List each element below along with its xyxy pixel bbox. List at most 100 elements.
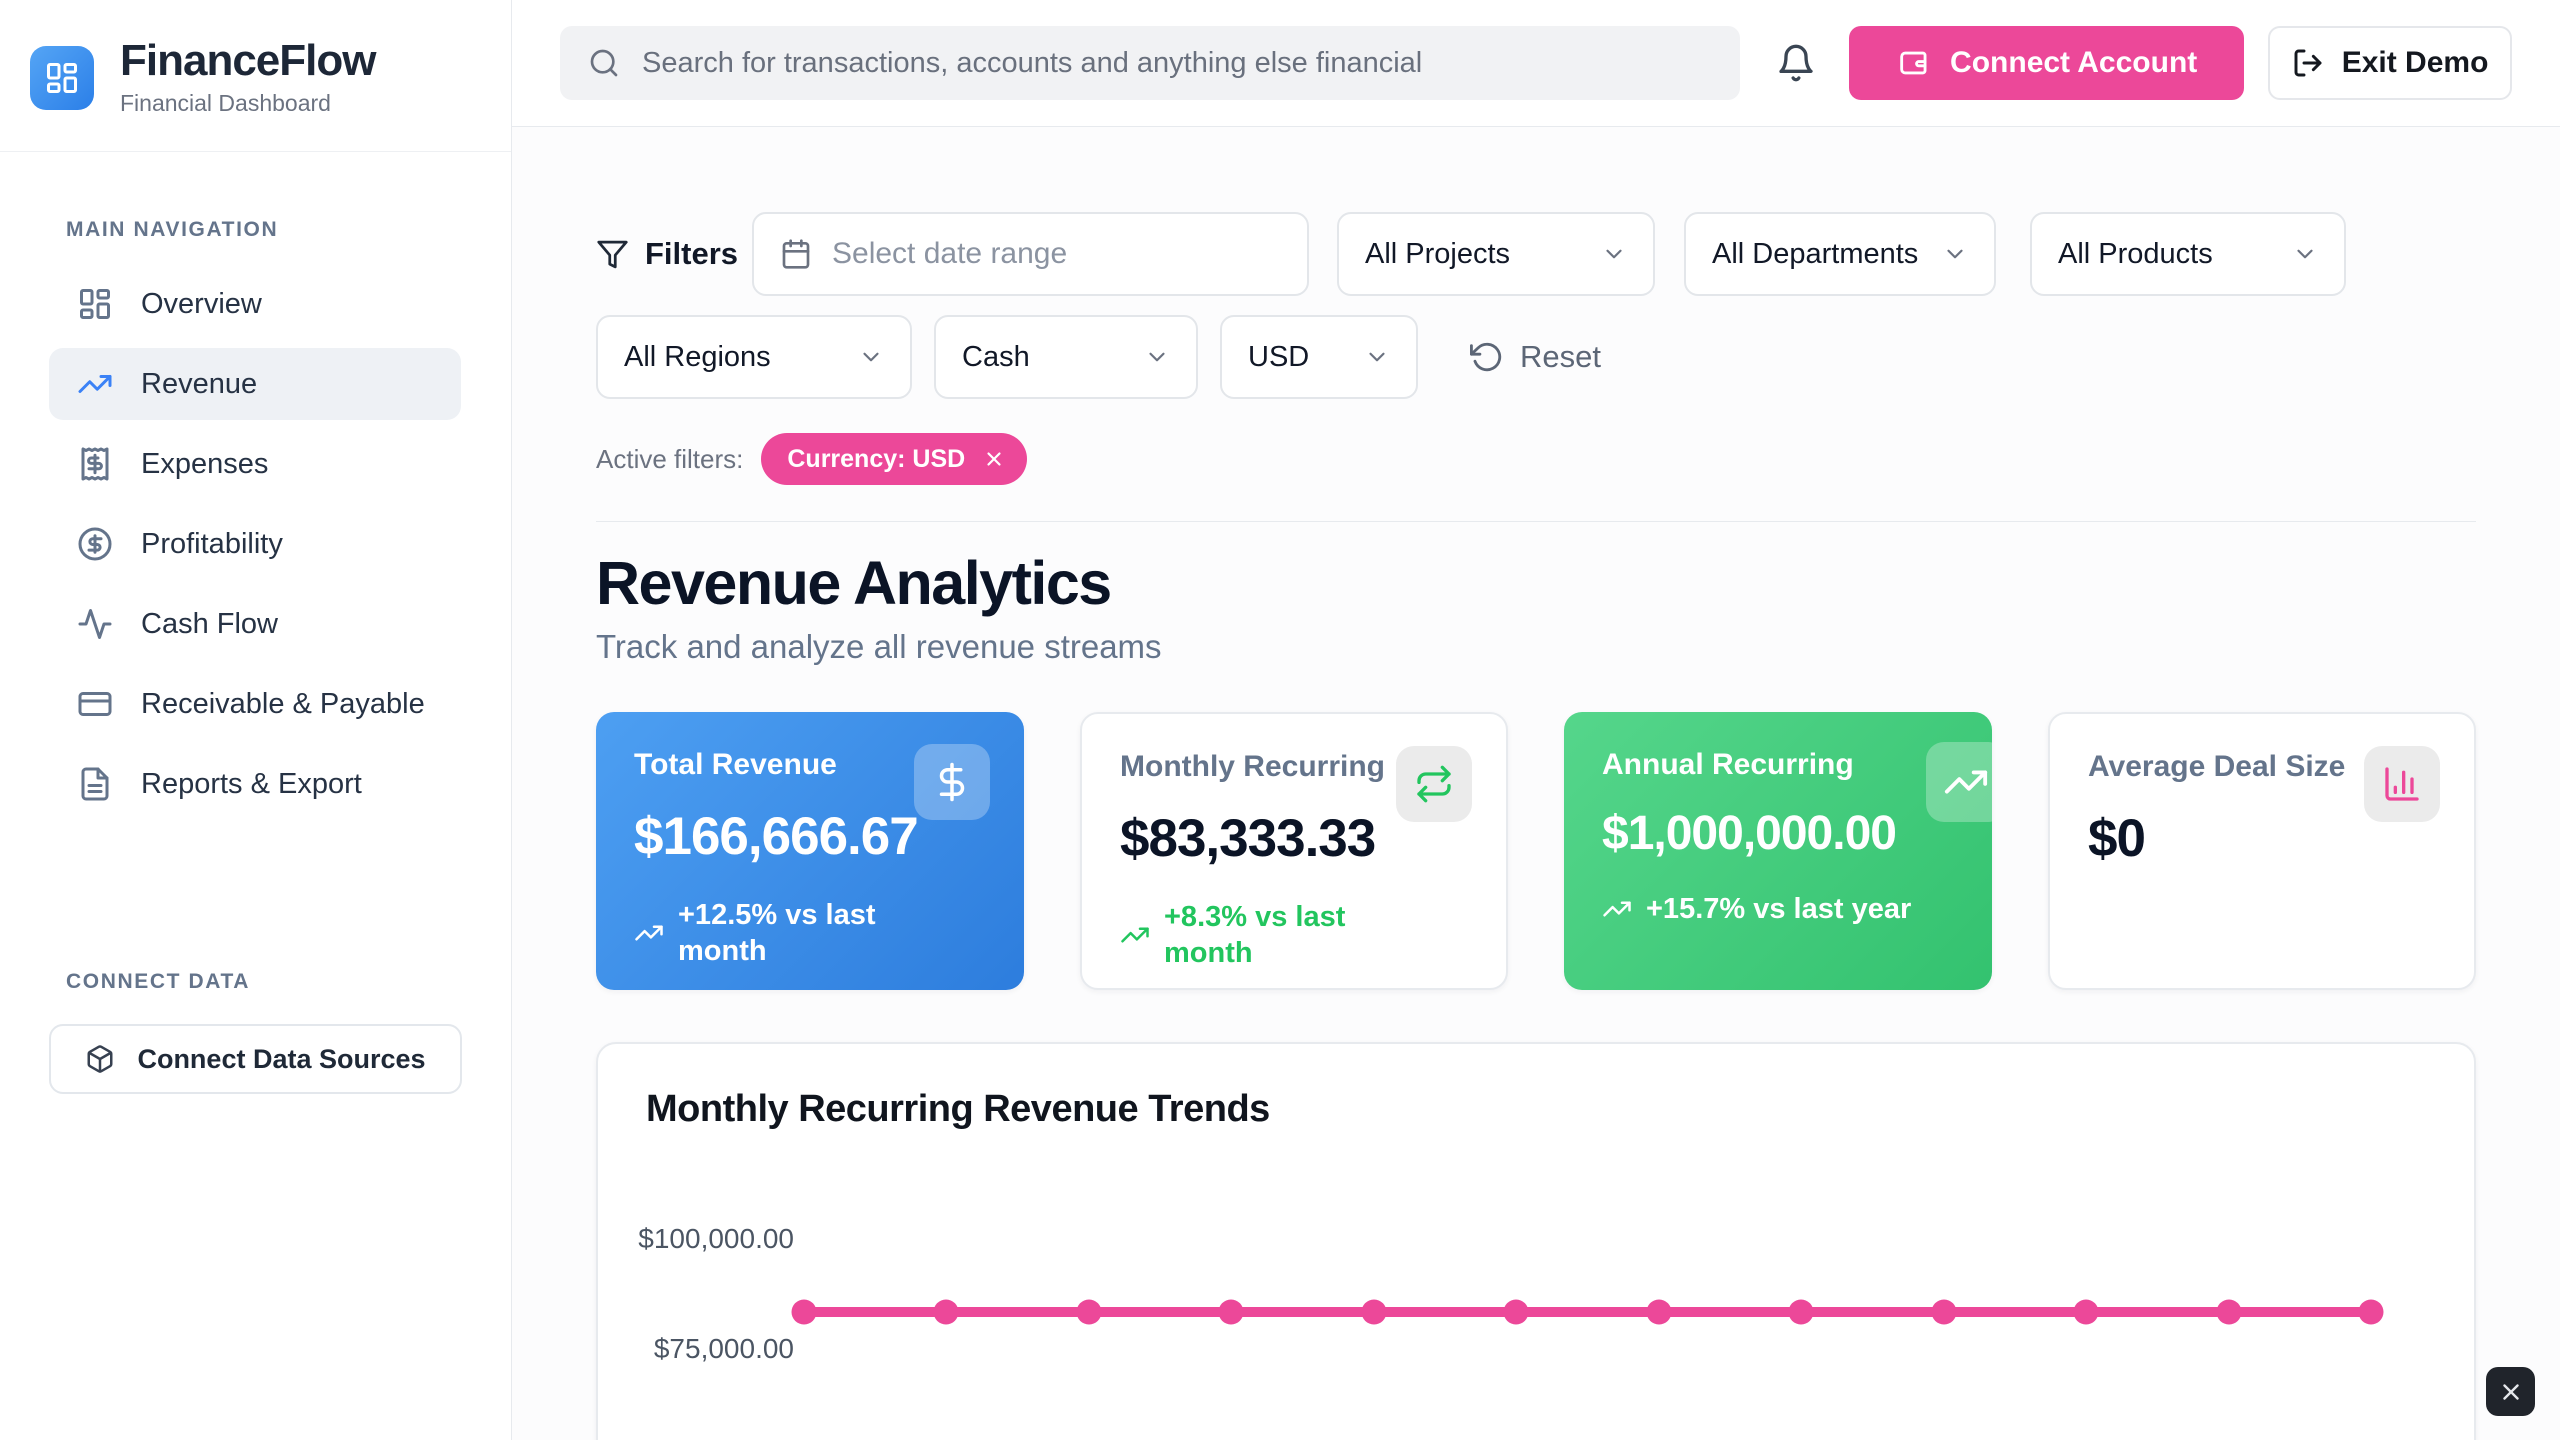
line-data-point[interactable]: [2074, 1300, 2099, 1325]
reset-filters-button[interactable]: Reset: [1470, 339, 1601, 375]
global-search: [560, 26, 1740, 100]
close-icon: [2498, 1379, 2524, 1405]
trending-up-icon: [1602, 894, 1632, 924]
line-data-point[interactable]: [1646, 1300, 1671, 1325]
payment-method-dropdown[interactable]: Cash: [934, 315, 1198, 399]
wallet-icon: [1896, 46, 1930, 80]
products-dropdown-value: All Products: [2058, 238, 2213, 271]
connect-data-sources-button[interactable]: Connect Data Sources: [49, 1024, 462, 1094]
mrr-trends-chart-card: Monthly Recurring Revenue Trends $100,00…: [596, 1042, 2476, 1440]
sidebar: FinanceFlow Financial Dashboard MAIN NAV…: [0, 0, 512, 1440]
products-dropdown[interactable]: All Products: [2030, 212, 2346, 296]
line-data-point[interactable]: [792, 1300, 817, 1325]
sidebar-item-overview[interactable]: Overview: [49, 268, 461, 340]
search-input[interactable]: [642, 47, 1712, 80]
repeat-icon: [1414, 764, 1454, 804]
line-data-point[interactable]: [2359, 1300, 2384, 1325]
y-axis-tick: $100,000.00: [634, 1223, 794, 1255]
stat-card-total-revenue: Total Revenue $166,666.67 +12.5% vs last…: [596, 712, 1024, 990]
chevron-down-icon: [1144, 344, 1170, 370]
date-range-input[interactable]: [832, 237, 1281, 271]
sidebar-item-revenue[interactable]: Revenue: [49, 348, 461, 420]
rotate-ccw-icon: [1470, 340, 1504, 374]
log-out-icon: [2292, 47, 2324, 79]
projects-dropdown-value: All Projects: [1365, 238, 1510, 271]
chip-label: Currency: USD: [787, 445, 965, 474]
line-data-point[interactable]: [934, 1300, 959, 1325]
regions-dropdown-value: All Regions: [624, 341, 771, 374]
departments-dropdown[interactable]: All Departments: [1684, 212, 1996, 296]
trending-up-icon: [634, 918, 664, 948]
departments-dropdown-value: All Departments: [1712, 238, 1918, 271]
stat-value: $1,000,000.00: [1602, 806, 1954, 861]
calendar-icon: [780, 238, 812, 270]
stat-icon-badge: [1396, 746, 1472, 822]
filters-title-label: Filters: [645, 236, 738, 272]
credit-card-icon: [77, 686, 113, 722]
stat-delta-text: +12.5% vs last month: [678, 897, 928, 970]
sidebar-item-receivable-payable[interactable]: Receivable & Payable: [49, 668, 461, 740]
page-subtitle: Track and analyze all revenue streams: [596, 628, 2476, 666]
line-data-point[interactable]: [1789, 1300, 1814, 1325]
reset-label: Reset: [1520, 339, 1601, 375]
activity-icon: [77, 606, 113, 642]
projects-dropdown[interactable]: All Projects: [1337, 212, 1655, 296]
app-title: FinanceFlow: [120, 38, 375, 84]
currency-dropdown-value: USD: [1248, 341, 1309, 374]
receipt-icon: [77, 446, 113, 482]
stat-icon-badge: [2364, 746, 2440, 822]
line-data-point[interactable]: [1931, 1300, 1956, 1325]
trend-line: [804, 1307, 2371, 1317]
sidebar-item-reports-export[interactable]: Reports & Export: [49, 748, 461, 820]
stat-card-average-deal-size: Average Deal Size $0: [2048, 712, 2476, 990]
currency-dropdown[interactable]: USD: [1220, 315, 1418, 399]
funnel-icon: [596, 238, 629, 271]
notifications-button[interactable]: [1766, 33, 1825, 93]
line-data-point[interactable]: [1361, 1300, 1386, 1325]
brand: FinanceFlow Financial Dashboard: [0, 0, 511, 152]
active-filter-chip-currency[interactable]: Currency: USD: [761, 433, 1027, 485]
y-axis-tick: $75,000.00: [634, 1333, 794, 1365]
sidebar-item-profitability[interactable]: Profitability: [49, 508, 461, 580]
filters-title: Filters: [596, 236, 724, 272]
trending-up-icon: [77, 366, 113, 402]
exit-demo-label: Exit Demo: [2342, 46, 2489, 80]
line-data-point[interactable]: [1076, 1300, 1101, 1325]
sidebar-item-cash-flow[interactable]: Cash Flow: [49, 588, 461, 660]
connect-data-heading: CONNECT DATA: [66, 970, 511, 994]
regions-dropdown[interactable]: All Regions: [596, 315, 912, 399]
floating-close-button[interactable]: [2486, 1367, 2535, 1416]
dollar-sign-icon: [931, 761, 973, 803]
chevron-down-icon: [1942, 241, 1968, 267]
app-tagline: Financial Dashboard: [120, 90, 375, 117]
line-data-point[interactable]: [2216, 1300, 2241, 1325]
stat-icon-badge: [1926, 742, 1992, 822]
sidebar-item-label: Cash Flow: [141, 608, 278, 641]
chevron-down-icon: [2292, 241, 2318, 267]
line-data-point[interactable]: [1504, 1300, 1529, 1325]
app-frame: FinanceFlow Financial Dashboard MAIN NAV…: [0, 0, 2560, 1440]
exit-demo-button[interactable]: Exit Demo: [2268, 26, 2512, 100]
line-data-point[interactable]: [1219, 1300, 1244, 1325]
filters-row-2: All Regions Cash USD Reset: [596, 315, 2476, 399]
topbar: Connect Account Exit Demo: [512, 0, 2560, 127]
stat-delta-text: +15.7% vs last year: [1646, 891, 1911, 927]
sidebar-item-expenses[interactable]: Expenses: [49, 428, 461, 500]
chevron-down-icon: [1364, 344, 1390, 370]
stat-label: Annual Recurring: [1602, 748, 1954, 782]
stat-delta: +12.5% vs last month: [634, 897, 986, 970]
connect-account-label: Connect Account: [1950, 46, 2197, 80]
sidebar-item-label: Receivable & Payable: [141, 688, 425, 721]
box-icon: [85, 1044, 115, 1074]
nav-section-heading: MAIN NAVIGATION: [66, 218, 511, 242]
connect-account-button[interactable]: Connect Account: [1849, 26, 2244, 100]
remove-filter-icon[interactable]: [983, 448, 1005, 470]
main-content: Filters All Projects All Departments All…: [512, 127, 2560, 1440]
file-text-icon: [77, 766, 113, 802]
date-range-picker[interactable]: [752, 212, 1309, 296]
stat-icon-badge: [914, 744, 990, 820]
sidebar-item-label: Revenue: [141, 368, 257, 401]
dollar-circle-icon: [77, 526, 113, 562]
connect-data-sources-label: Connect Data Sources: [137, 1044, 425, 1075]
bell-icon: [1776, 43, 1816, 83]
